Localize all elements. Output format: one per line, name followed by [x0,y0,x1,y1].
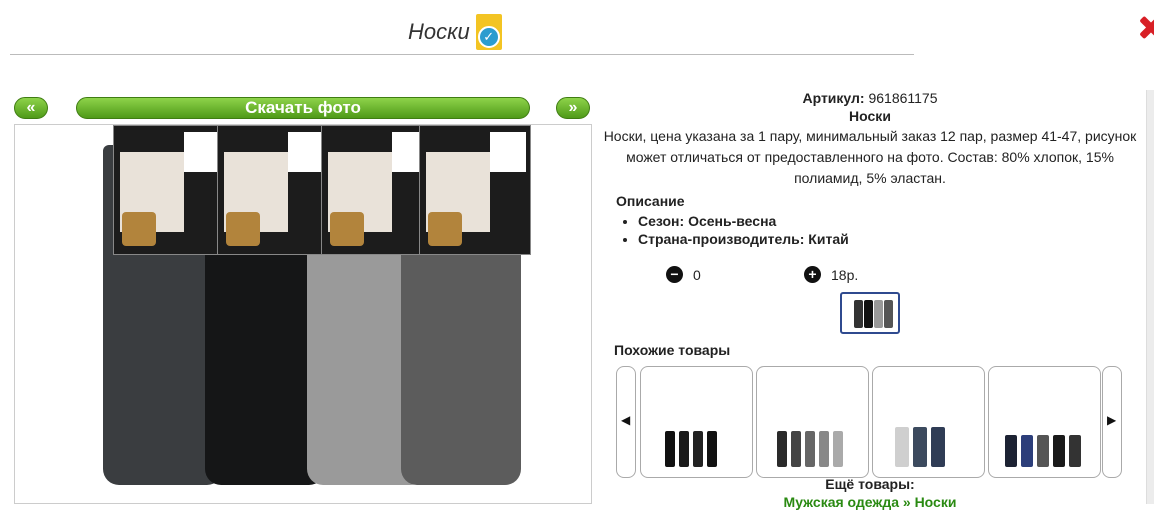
price-value: 18р. [831,266,859,283]
product-info-panel: Артикул: 961861175 Носки Носки, цена ука… [594,90,1146,510]
product-photo[interactable] [14,124,592,504]
more-products-label: Ещё товары: [825,476,915,492]
quantity-value: 0 [693,266,701,283]
similar-product-card[interactable] [756,366,869,478]
page-title: Носки [408,19,470,44]
prev-photo-button[interactable]: « [14,97,48,119]
selected-photo-thumbnail[interactable] [840,292,900,334]
article-line: Артикул: 961861175 [594,90,1146,106]
carousel-right-icon[interactable]: ▶ [1102,366,1122,478]
category-breadcrumb-link[interactable]: Мужская одежда » Носки [594,494,1146,510]
download-photo-button[interactable]: Скачать фото [76,97,530,119]
property-item: Сезон: Осень-весна [638,212,1146,230]
minus-circle-icon[interactable]: − [666,266,683,283]
similar-products-title: Похожие товары [614,342,731,358]
properties-list: Сезон: Осень-весна Страна-производитель:… [632,212,1146,248]
price-control: + 18р. [804,266,858,283]
property-item: Страна-производитель: Китай [638,230,1146,248]
carousel-left-icon[interactable]: ◀ [616,366,636,478]
quantity-control: − 0 [666,266,701,283]
description-section-title: Описание [616,193,685,209]
plus-circle-icon[interactable]: + [804,266,821,283]
verified-badge-icon: ✓ [475,14,502,50]
similar-products-carousel: ◀ ▶ [616,366,1146,478]
similar-product-card[interactable] [640,366,753,478]
similar-product-card[interactable] [988,366,1101,478]
product-description: Носки, цена указана за 1 пару, минимальн… [603,128,1137,186]
page-header: Носки ✓ [408,14,502,50]
product-name: Носки [849,108,891,124]
close-icon[interactable] [1134,10,1154,44]
similar-product-card[interactable] [872,366,985,478]
next-photo-button[interactable]: » [556,97,590,119]
vertical-scrollbar[interactable] [1146,90,1154,504]
header-divider [10,54,914,55]
article-label: Артикул: [802,90,865,106]
article-value: 961861175 [868,90,938,106]
